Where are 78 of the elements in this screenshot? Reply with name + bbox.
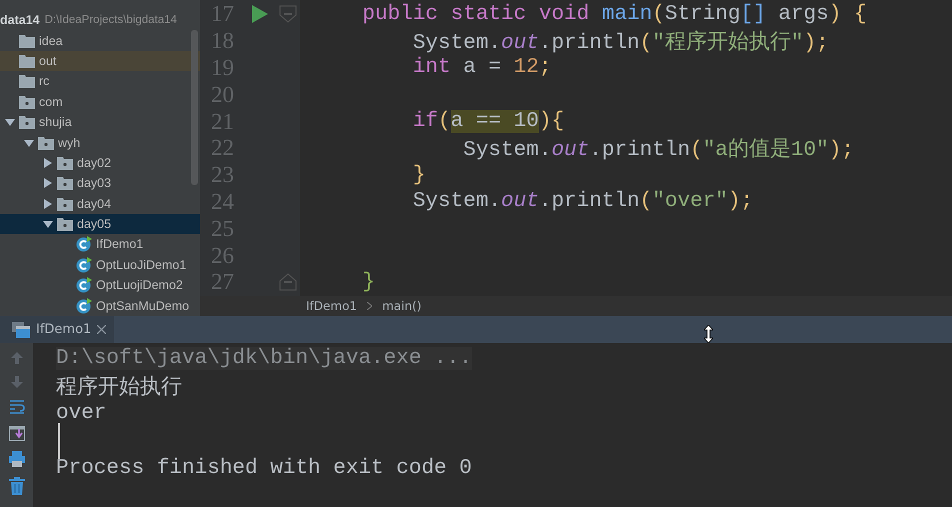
expand-arrow-icon[interactable] [24, 138, 34, 148]
expand-arrow-icon[interactable] [4, 117, 14, 128]
print-icon[interactable] [8, 451, 24, 467]
breadcrumb[interactable]: main() [382, 299, 422, 313]
soft-wrap-icon[interactable] [8, 399, 24, 415]
tree-item[interactable]: shujia [0, 112, 200, 132]
folder-icon [57, 156, 73, 170]
tree-item-label: day05 [77, 217, 112, 232]
class-icon [76, 236, 92, 252]
close-icon[interactable] [97, 325, 106, 334]
resize-cursor-icon [704, 325, 713, 343]
expand-arrow-icon[interactable] [42, 158, 52, 168]
breadcrumb[interactable]: IfDemo1 [306, 299, 358, 313]
console-output: Process finished with exit code 0 [56, 457, 472, 480]
project-name[interactable]: data14 [0, 13, 40, 28]
tree-item[interactable]: out [0, 50, 200, 72]
text-cursor [58, 423, 60, 460]
code-line: } [361, 270, 376, 294]
tree-item-label: day03 [77, 176, 112, 190]
code-line: System.out.println("a的值是10"); [462, 137, 854, 162]
fold-marker-icon[interactable] [278, 5, 296, 24]
console-output: 程序开始执行 [56, 374, 182, 400]
tree-item[interactable]: com [0, 92, 200, 112]
scroll-to-end-icon[interactable] [8, 425, 24, 441]
code-line: if(a == 10){ [412, 110, 564, 134]
tree-item[interactable]: IfDemo1 [0, 234, 200, 255]
chevron-icon [367, 302, 372, 310]
code-line: int a = 12; [412, 56, 552, 80]
project-path: D:\IdeaProjects\bigdata14 [44, 14, 177, 26]
console-icon [12, 322, 30, 338]
code-line: System.out.println("程序开始执行"); [412, 29, 829, 56]
tree-item[interactable]: day02 [0, 152, 200, 174]
fold-marker-icon[interactable] [278, 273, 296, 292]
tree-item-label: rc [39, 74, 50, 88]
tree-item-label: shujia [39, 115, 72, 130]
trash-icon[interactable] [8, 477, 24, 495]
run-icon[interactable] [252, 5, 268, 24]
tree-item-label: OptSanMuDemo [96, 298, 190, 313]
tree-item-label: out [39, 54, 56, 68]
folder-icon [19, 115, 35, 130]
tree-item[interactable]: wyh [0, 132, 200, 153]
folder-icon [19, 54, 35, 68]
tree-item[interactable]: OptLuojiDemo2 [0, 275, 200, 296]
tree-item[interactable]: idea [0, 30, 200, 51]
tree-item-label: com [39, 94, 63, 109]
tree-item[interactable]: day03 [0, 173, 200, 194]
folder-icon [19, 74, 35, 88]
run-tab[interactable]: IfDemo1 [0, 316, 114, 343]
folder-icon [19, 94, 35, 109]
tree-item-label: idea [39, 34, 63, 48]
tree-item-label: wyh [58, 136, 80, 150]
class-icon [76, 298, 92, 314]
code-line: } [412, 164, 426, 187]
tree-item-label: OptLuojiDemo2 [96, 278, 183, 292]
folder-icon [57, 217, 73, 232]
console-output: over [56, 402, 106, 426]
expand-arrow-icon[interactable] [42, 219, 52, 230]
code-line: System.out.println("over"); [412, 190, 754, 214]
scrollbar[interactable] [191, 30, 198, 185]
class-icon [76, 277, 92, 294]
tree-item-label: day04 [77, 196, 112, 211]
class-icon [76, 256, 92, 273]
code-line: public static void main(String[] args) { [361, 2, 867, 26]
tree-item[interactable]: rc [0, 71, 200, 92]
tree-item[interactable]: OptSanMuDemo [0, 295, 200, 316]
tree-item-label: day02 [77, 156, 112, 170]
folder-icon [38, 136, 54, 150]
tree-item[interactable]: day05 [0, 214, 200, 234]
tree-item[interactable]: OptLuoJiDemo1 [0, 254, 200, 276]
folder-icon [19, 34, 35, 48]
console-command: D:\soft\java\jdk\bin\java.exe ... [56, 347, 472, 370]
tree-item-label: IfDemo1 [96, 237, 144, 252]
folder-icon [57, 196, 73, 211]
tree-item[interactable]: day04 [0, 194, 200, 214]
expand-arrow-icon[interactable] [42, 198, 52, 209]
expand-arrow-icon[interactable] [42, 178, 52, 188]
folder-icon [57, 176, 73, 190]
tree-item-label: OptLuoJiDemo1 [96, 258, 186, 272]
